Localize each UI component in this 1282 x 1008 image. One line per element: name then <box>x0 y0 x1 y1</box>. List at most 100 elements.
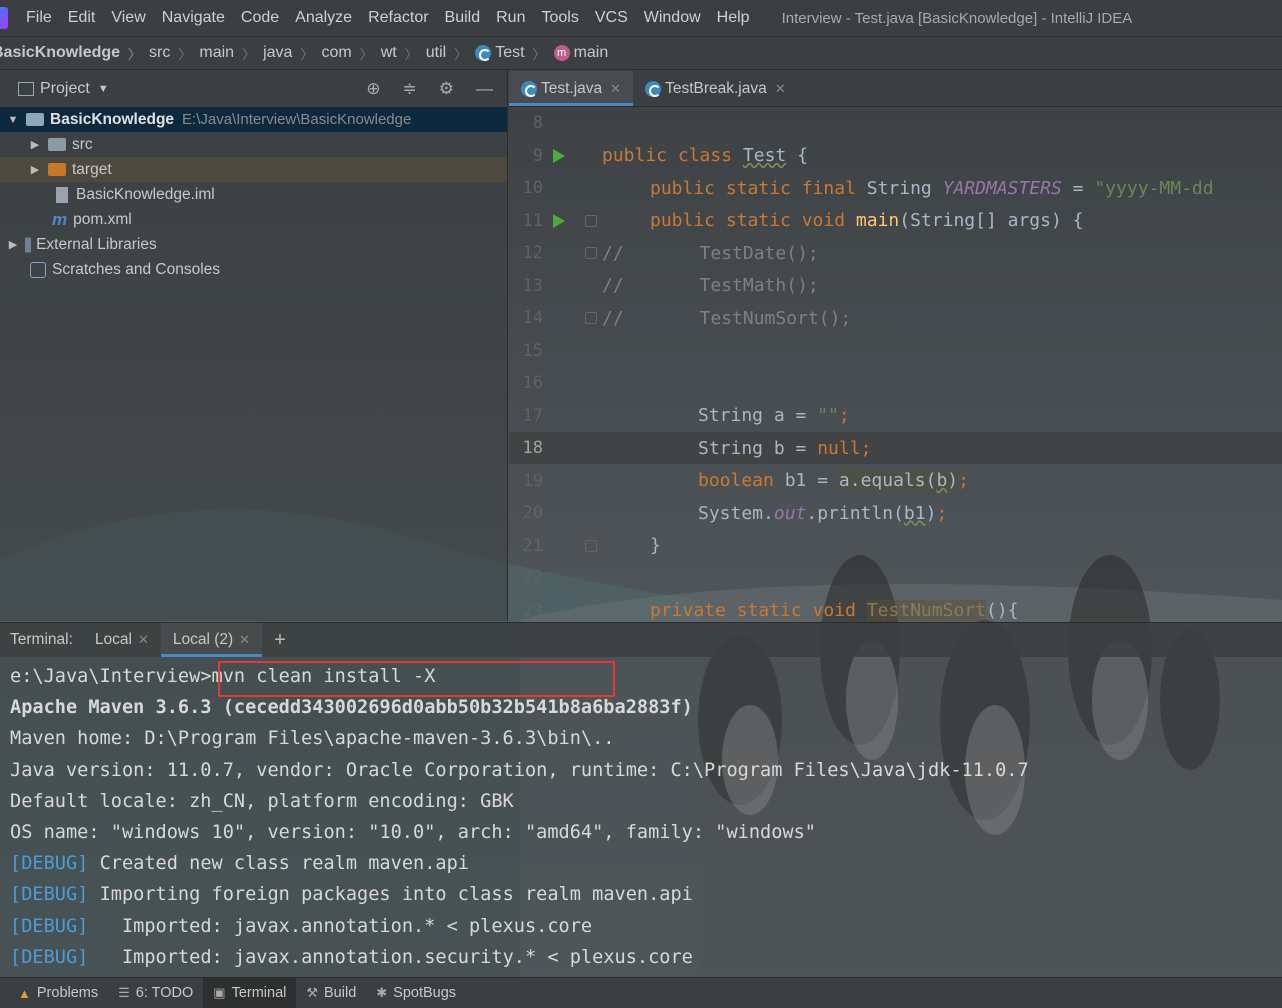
terminal-line: Maven home: D:\Program Files\apache-mave… <box>10 728 615 750</box>
tree-item-external-libraries[interactable]: ▶ ||| External Libraries <box>0 232 507 257</box>
tree-item-target[interactable]: ▶ target <box>0 157 507 182</box>
terminal-button[interactable]: ▣ Terminal <box>203 977 297 1008</box>
line-number: 9 <box>532 145 543 166</box>
tree-item-pom[interactable]: m pom.xml <box>0 207 507 232</box>
code-line: 14 // TestNumSort(); <box>509 302 1282 334</box>
editor-tab-bar: Test.java ✕ TestBreak.java ✕ <box>509 71 1282 107</box>
menu-help[interactable]: Help <box>709 9 758 27</box>
tree-item-basicknowledge[interactable]: ▼ BasicKnowledge E:\Java\Interview\Basic… <box>0 107 507 132</box>
project-view-selector[interactable]: Project <box>40 80 90 98</box>
close-icon[interactable]: ✕ <box>610 81 621 97</box>
tree-item-label: target <box>72 160 112 178</box>
close-icon[interactable]: ✕ <box>775 81 786 97</box>
line-number: 15 <box>522 340 543 361</box>
java-class-icon <box>475 45 492 61</box>
crumb-util[interactable]: util 〉 <box>426 44 475 63</box>
intellij-logo-icon <box>0 7 8 29</box>
terminal-tab-local[interactable]: Local ✕ <box>83 623 161 657</box>
crumb-class-test[interactable]: Test 〉 <box>475 44 553 63</box>
close-icon[interactable]: ✕ <box>138 632 149 648</box>
fold-icon[interactable] <box>585 247 597 259</box>
crumb-main[interactable]: main 〉 <box>199 44 263 63</box>
tab-testbreak-java[interactable]: TestBreak.java ✕ <box>633 71 798 106</box>
tree-item-label: BasicKnowledge.iml <box>76 185 215 203</box>
code-line-current: 18 String b = null; <box>509 432 1282 464</box>
crumb-src[interactable]: src 〉 <box>149 44 199 63</box>
tab-label: TestBreak.java <box>665 79 767 97</box>
expand-arrow-icon[interactable]: ▼ <box>6 114 20 126</box>
tree-item-scratches[interactable]: Scratches and Consoles <box>0 257 507 282</box>
crumb-wt[interactable]: wt 〉 <box>381 44 426 63</box>
menu-run[interactable]: Run <box>488 9 533 27</box>
close-icon[interactable]: ✕ <box>239 632 250 648</box>
menu-edit[interactable]: Edit <box>60 9 104 27</box>
menu-view[interactable]: View <box>103 9 153 27</box>
line-number: 12 <box>522 243 543 263</box>
todo-button[interactable]: ☰ 6: TODO <box>108 978 203 1008</box>
run-method-icon[interactable] <box>553 213 565 228</box>
menu-vcs[interactable]: VCS <box>587 9 636 27</box>
chevron-down-icon[interactable]: ▼ <box>98 83 109 95</box>
code-line: 16 <box>509 367 1282 399</box>
java-class-icon <box>645 80 662 97</box>
locate-file-icon[interactable]: ⊕ <box>366 79 380 99</box>
collapse-arrow-icon[interactable]: ▶ <box>28 163 42 176</box>
terminal-line: [DEBUG] Created new class realm maven.ap… <box>10 853 469 875</box>
tree-item-iml[interactable]: BasicKnowledge.iml <box>0 182 507 207</box>
menu-tools[interactable]: Tools <box>533 9 586 27</box>
project-tool-window: Project ▼ ⊕ ≑ ⚙ — ▼ BasicKnowledge E:\Ja… <box>0 71 508 621</box>
code-text: public static final String YARDMASTERS =… <box>650 177 1214 199</box>
line-number: 16 <box>522 373 543 393</box>
crumb-project[interactable]: BasicKnowledge 〉 <box>0 44 149 63</box>
terminal-tab-bar: Terminal: Local ✕ Local (2) ✕ + <box>0 623 1282 657</box>
fold-icon[interactable] <box>585 539 597 552</box>
warning-icon: ▲ <box>18 985 31 1001</box>
menu-window[interactable]: Window <box>636 9 709 27</box>
project-header: Project ▼ ⊕ ≑ ⚙ — <box>0 71 507 107</box>
tree-item-src[interactable]: ▶ src <box>0 132 507 157</box>
menu-code[interactable]: Code <box>233 9 287 27</box>
list-icon: ☰ <box>118 985 130 1000</box>
spotbugs-button[interactable]: ✱ SpotBugs <box>366 978 466 1008</box>
terminal-tab-local-2[interactable]: Local (2) ✕ <box>160 623 263 657</box>
tab-test-java[interactable]: Test.java ✕ <box>509 71 634 106</box>
collapse-arrow-icon[interactable]: ▶ <box>6 238 20 251</box>
module-folder-icon <box>26 113 44 126</box>
tree-item-path: E:\Java\Interview\BasicKnowledge <box>182 111 412 128</box>
collapse-all-icon[interactable]: ≑ <box>403 79 417 99</box>
crumb-java[interactable]: java 〉 <box>263 44 321 63</box>
menu-navigate[interactable]: Navigate <box>154 9 233 27</box>
problems-button[interactable]: ▲ Problems <box>8 978 108 1008</box>
line-number: 11 <box>522 210 543 231</box>
line-number: 22 <box>522 568 543 588</box>
fold-icon[interactable] <box>585 214 597 227</box>
new-terminal-button[interactable]: + <box>262 629 298 652</box>
tree-item-label: pom.xml <box>73 210 132 228</box>
fold-icon[interactable] <box>585 604 597 617</box>
terminal-line: [DEBUG] Importing foreign packages into … <box>10 884 693 906</box>
line-number: 8 <box>532 113 543 133</box>
line-number: 14 <box>522 308 543 328</box>
terminal-output[interactable]: e:\Java\Interview>mvn clean install -X A… <box>0 657 1282 973</box>
run-class-icon[interactable] <box>553 148 565 163</box>
terminal-tool-window: Terminal: Local ✕ Local (2) ✕ + e:\Java\In… <box>0 622 1282 977</box>
code-line: 19 boolean b1 = a.equals(b); <box>509 465 1282 497</box>
build-button[interactable]: ⚒ Build <box>296 978 366 1008</box>
crumb-method-main[interactable]: m main <box>553 44 608 62</box>
menu-file[interactable]: File <box>18 9 60 27</box>
crumb-com[interactable]: com 〉 <box>321 44 380 63</box>
gear-icon[interactable]: ⚙ <box>439 79 454 99</box>
menu-refactor[interactable]: Refactor <box>360 9 436 27</box>
terminal-line: e:\Java\Interview>mvn clean install -X <box>10 666 436 687</box>
code-line: 8 <box>509 107 1282 139</box>
code-editor[interactable]: 8 9 public class Test { 10 public static… <box>509 107 1282 621</box>
menu-build[interactable]: Build <box>437 9 489 27</box>
line-number: 23 <box>522 600 543 621</box>
menu-bar: File Edit View Navigate Code Analyze Ref… <box>0 0 1282 36</box>
code-line: 11 public static void main(String[] args… <box>509 205 1282 237</box>
line-number: 20 <box>522 503 543 523</box>
hide-panel-icon[interactable]: — <box>476 79 493 99</box>
menu-analyze[interactable]: Analyze <box>287 9 360 27</box>
collapse-arrow-icon[interactable]: ▶ <box>28 138 42 151</box>
fold-icon[interactable] <box>585 312 597 324</box>
